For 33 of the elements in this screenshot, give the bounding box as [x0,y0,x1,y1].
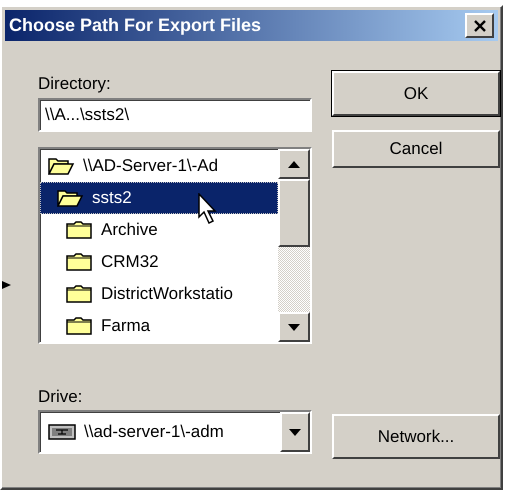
folder-item[interactable]: ssts2 [40,182,278,214]
up-arrow-icon [288,160,300,168]
close-button[interactable] [465,13,494,38]
down-arrow-icon [288,324,300,330]
scrollbar[interactable] [278,149,310,342]
folder-item[interactable]: \\AD-Server-1\-Ad [40,150,278,182]
folder-item[interactable]: Archive [40,214,278,246]
folder-item[interactable]: DistrictWorkstatio [40,278,278,310]
drive-value: \\ad-server-1\-adm [84,421,225,444]
dialog-button[interactable]: Cancel [332,130,500,168]
dialog-button[interactable]: Network... [332,414,500,459]
down-arrow-icon [289,428,301,436]
scroll-down-button[interactable] [278,312,310,342]
directory-field[interactable]: \\A...\ssts2\ [38,98,312,132]
arrow-icon [2,281,11,289]
folder-icon [66,284,93,304]
network-drive-icon [48,424,76,440]
scroll-up-button[interactable] [278,149,310,179]
drive-dropdown[interactable]: \\ad-server-1\-adm [38,410,312,454]
dropdown-button[interactable] [280,412,310,452]
scroll-thumb[interactable] [278,179,310,247]
folder-item[interactable]: CRM32 [40,246,278,278]
close-icon [472,20,486,32]
window-title: Choose Path For Export Files [9,14,262,37]
folder-item[interactable]: Farma [40,310,278,342]
folder-icon [66,252,93,272]
drive-label: Drive: [38,386,84,408]
open-folder-icon [57,188,84,208]
dialog-button[interactable]: OK [332,71,500,116]
folder-icon [66,316,93,336]
directory-label: Directory: [38,73,112,95]
open-folder-icon [48,156,75,176]
folder-icon [66,220,93,240]
